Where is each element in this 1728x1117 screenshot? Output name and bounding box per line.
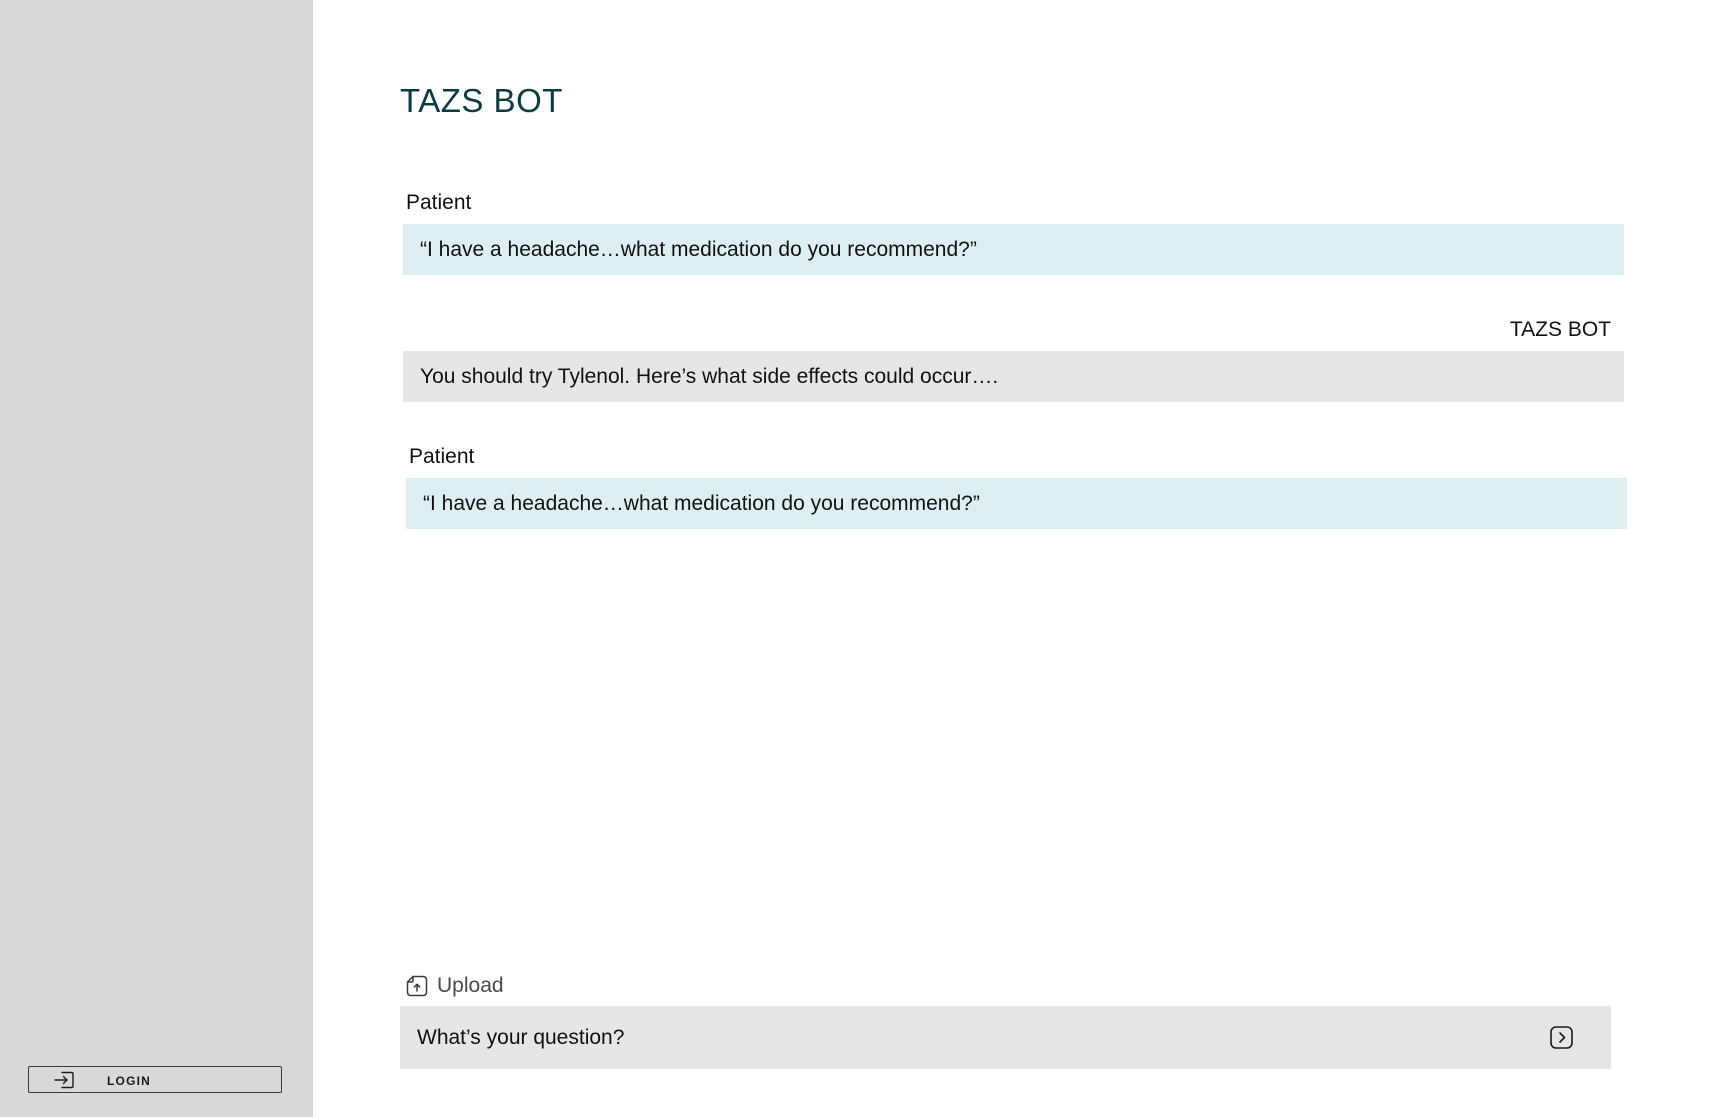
speaker-label-patient: Patient bbox=[409, 445, 475, 468]
login-label: LOGIN bbox=[107, 1074, 151, 1088]
chat-main: TAZS BOT Patient “I have a headache…what… bbox=[313, 0, 1728, 1117]
login-arrow-icon bbox=[54, 1071, 74, 1089]
page-title: TAZS BOT bbox=[400, 82, 563, 119]
speaker-label-bot: TAZS BOT bbox=[1509, 318, 1611, 341]
question-bar bbox=[400, 1006, 1611, 1069]
send-button[interactable] bbox=[1548, 1024, 1575, 1051]
speaker-label-patient: Patient bbox=[406, 191, 472, 214]
question-input[interactable] bbox=[400, 1006, 1530, 1069]
upload-label: Upload bbox=[437, 974, 504, 997]
file-upload-icon bbox=[406, 975, 428, 997]
sidebar: LOGIN bbox=[0, 0, 313, 1117]
upload-button[interactable]: Upload bbox=[405, 972, 504, 1000]
chat-message-patient: “I have a headache…what medication do yo… bbox=[406, 478, 1627, 529]
chevron-right-square-icon bbox=[1550, 1026, 1573, 1049]
chat-message-bot: You should try Tylenol. Here’s what side… bbox=[403, 351, 1624, 402]
chat-message-patient: “I have a headache…what medication do yo… bbox=[403, 224, 1624, 275]
login-button[interactable]: LOGIN bbox=[28, 1066, 282, 1093]
